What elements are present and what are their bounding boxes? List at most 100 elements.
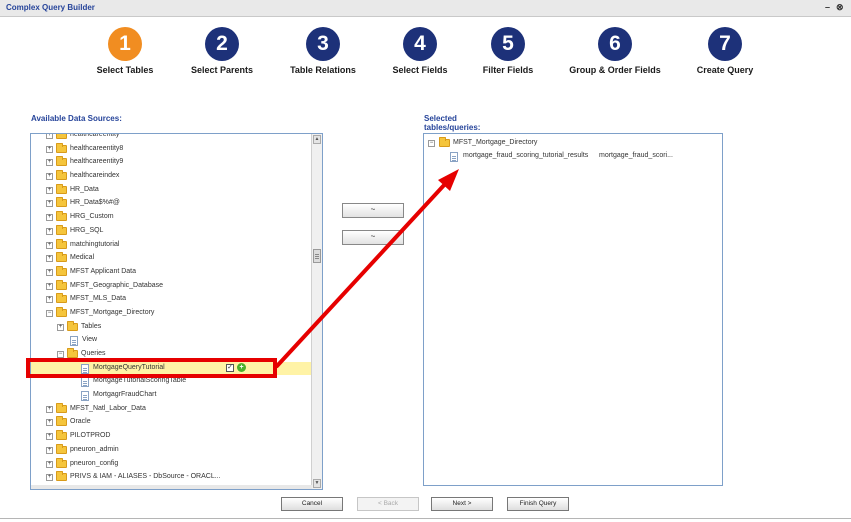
expand-icon[interactable]: + xyxy=(46,241,53,249)
cancel-button[interactable]: Cancel xyxy=(281,497,343,511)
collapse-icon[interactable]: − xyxy=(57,351,64,358)
tree-item-label[interactable]: MFST Applicant Data xyxy=(70,268,136,275)
collapse-icon[interactable]: − xyxy=(428,140,435,147)
tree-item-label[interactable]: Oracle xyxy=(70,418,91,425)
add-to-selected-button[interactable]: ~ xyxy=(342,203,404,218)
tree-row[interactable]: + MFST Applicant Data xyxy=(31,265,312,280)
tree-item-label[interactable]: MortgageTutorialScoringTable xyxy=(93,377,186,384)
expand-icon[interactable]: + xyxy=(46,433,53,441)
tree-item-label[interactable]: healthcareentity xyxy=(70,134,119,138)
tree-row[interactable]: + Oracle xyxy=(31,416,312,430)
step-table-relations[interactable]: 3 Table Relations xyxy=(268,27,378,75)
next-button[interactable]: Next > xyxy=(431,497,493,511)
tree-item-label[interactable]: MortgagrFraudChart xyxy=(93,391,156,398)
selected-root-row[interactable]: − MFST_Mortgage_Directory xyxy=(424,137,722,151)
tree-row[interactable]: + Tables xyxy=(31,320,312,335)
expand-icon[interactable]: + xyxy=(46,214,53,222)
tree-row[interactable]: + HRG_Custom xyxy=(31,211,312,225)
step-label: Select Parents xyxy=(190,65,254,75)
tree-row[interactable]: + MFST_Natl_Labor_Data xyxy=(31,402,312,417)
tree-item-label[interactable]: PRIVS & IAM - ALIASES - DbSource - ORACL… xyxy=(70,473,221,480)
expand-icon[interactable]: + xyxy=(46,419,53,427)
expand-icon[interactable]: + xyxy=(46,296,53,304)
tree-row[interactable]: + MFST_Geographic_Database xyxy=(31,279,312,294)
selected-query-name[interactable]: mortgage_fraud_scoring_tutorial_results xyxy=(463,152,588,159)
tree-item-label[interactable]: MFST_MLS_Data xyxy=(70,295,126,302)
expand-icon[interactable]: + xyxy=(46,200,53,208)
tree-row[interactable]: + HRG_SQL xyxy=(31,224,312,239)
step-number: 3 xyxy=(306,27,340,61)
expand-icon[interactable]: + xyxy=(46,268,53,276)
expand-icon[interactable]: + xyxy=(46,134,53,139)
expand-icon[interactable]: + xyxy=(46,227,53,235)
tree-item-label[interactable]: healthcareentity9 xyxy=(70,158,123,165)
tree-row[interactable]: + healthcareentity8 xyxy=(31,142,312,157)
scroll-thumb[interactable] xyxy=(313,249,321,263)
step-select-tables[interactable]: 1 Select Tables xyxy=(70,27,180,75)
selected-query-row[interactable]: mortgage_fraud_scoring_tutorial_results … xyxy=(424,150,722,164)
step-filter-fields[interactable]: 5 Filter Fields xyxy=(453,27,563,75)
collapse-icon[interactable]: − xyxy=(46,309,53,317)
expand-icon[interactable]: + xyxy=(46,405,53,413)
step-create-query[interactable]: 7 Create Query xyxy=(670,27,780,75)
scroll-up-icon[interactable]: ▲ xyxy=(313,135,321,144)
tree-row[interactable]: + HR_Data xyxy=(31,183,312,198)
tree-item-label[interactable]: pneuron_config xyxy=(70,460,118,467)
tree-row[interactable]: + PRIVS & IAM - ALIASES - DbSource - ORAC… xyxy=(31,471,312,485)
tree-item-label[interactable]: MFST_Natl_Labor_Data xyxy=(70,405,146,412)
tree-row[interactable]: + Medical xyxy=(31,252,312,266)
expand-icon[interactable]: + xyxy=(46,446,53,454)
tree-item-label[interactable]: healthcareindex xyxy=(70,172,119,179)
tree-item-label[interactable]: healthcareentity8 xyxy=(70,145,123,152)
tree-row[interactable]: + PILOTPROD xyxy=(31,430,312,444)
tree-row[interactable]: + healthcareindex xyxy=(31,170,312,184)
tree-item-label[interactable]: MFST_Mortgage_Directory xyxy=(70,309,154,316)
expand-icon[interactable]: + xyxy=(46,282,53,290)
expand-icon[interactable]: + xyxy=(46,159,53,167)
tree-row[interactable]: + matchingtutorial xyxy=(31,238,312,253)
tree-item-label[interactable]: pneuron_admin xyxy=(70,446,119,453)
tree-item-label[interactable]: HR_Data xyxy=(70,186,99,193)
remove-from-selected-button[interactable]: ~ xyxy=(342,230,404,245)
close-icon[interactable]: ⊗ xyxy=(836,2,844,13)
expand-icon[interactable]: + xyxy=(57,323,64,331)
tree-item-label[interactable]: PILOTPROD xyxy=(70,432,110,439)
expand-icon[interactable]: + xyxy=(46,145,53,153)
tree-row[interactable]: MortgagrFraudChart xyxy=(31,389,312,403)
tree-item-label[interactable]: HRG_SQL xyxy=(70,227,103,234)
tree-row[interactable]: + healthcareentity9 xyxy=(31,156,312,170)
tree-row[interactable]: + pneuron_config xyxy=(31,457,312,472)
step-group-order-fields[interactable]: 6 Group & Order Fields xyxy=(560,27,670,75)
tree-row[interactable]: View xyxy=(31,334,312,348)
selected-query-alias[interactable]: mortgage_fraud_scori... xyxy=(599,152,673,159)
finish-query-button[interactable]: Finish Query xyxy=(507,497,569,511)
expand-icon[interactable]: + xyxy=(46,173,53,181)
tree-row[interactable]: + pneuron_admin xyxy=(31,443,312,458)
tree-item-label[interactable]: matchingtutorial xyxy=(70,241,119,248)
scroll-down-icon[interactable]: ▼ xyxy=(313,479,321,488)
tree-row[interactable]: + MFST_MLS_Data xyxy=(31,293,312,307)
tree-vertical-scrollbar[interactable]: ▲ ▼ xyxy=(311,134,322,489)
tree-item-label[interactable]: HR_Data$%#@ xyxy=(70,199,120,206)
tree-horizontal-scrollbar[interactable] xyxy=(31,485,312,489)
tree-row[interactable]: + HR_Data$%#@ xyxy=(31,197,312,211)
selected-root-label[interactable]: MFST_Mortgage_Directory xyxy=(453,139,537,146)
tree-item-label[interactable]: Queries xyxy=(81,350,106,357)
tree-row[interactable]: + healthcareentity xyxy=(31,134,312,143)
folder-icon xyxy=(56,457,67,468)
selected-tables-panel: − MFST_Mortgage_Directory mortgage_fraud… xyxy=(423,133,723,486)
tree-row[interactable]: − MFST_Mortgage_Directory xyxy=(31,306,312,321)
tree-item-label[interactable]: MFST_Geographic_Database xyxy=(70,282,163,289)
minimize-icon[interactable]: – xyxy=(825,2,830,12)
expand-icon[interactable]: + xyxy=(46,186,53,194)
back-button[interactable]: < Back xyxy=(357,497,419,511)
expand-icon[interactable]: + xyxy=(46,255,53,263)
expand-icon[interactable]: + xyxy=(46,460,53,468)
step-select-parents[interactable]: 2 Select Parents xyxy=(167,27,277,75)
expand-icon[interactable]: + xyxy=(46,474,53,482)
tree-item-label[interactable]: View xyxy=(82,336,97,343)
step-number: 2 xyxy=(205,27,239,61)
tree-item-label[interactable]: HRG_Custom xyxy=(70,213,114,220)
tree-item-label[interactable]: Medical xyxy=(70,254,94,261)
tree-item-label[interactable]: Tables xyxy=(81,323,101,330)
